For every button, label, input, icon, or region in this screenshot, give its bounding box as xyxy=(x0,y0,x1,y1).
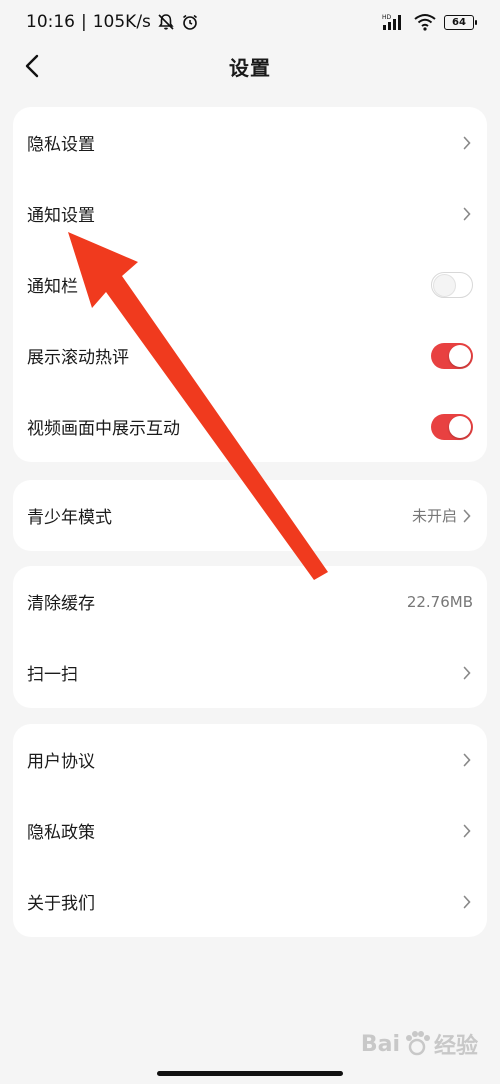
scrolling-comments-row: 展示滚动热评 xyxy=(13,320,487,391)
notification-settings-row[interactable]: 通知设置 xyxy=(13,178,487,249)
row-label: 视频画面中展示互动 xyxy=(27,419,180,439)
row-label: 青少年模式 xyxy=(27,508,112,528)
watermark-suffix: 经验 xyxy=(433,1034,478,1059)
chevron-right-icon xyxy=(461,665,473,681)
signal-icon: HD xyxy=(382,13,406,31)
baidu-jingyan-watermark: Bai 经验 xyxy=(361,1028,478,1060)
row-label: 通知设置 xyxy=(27,206,95,226)
wifi-icon xyxy=(414,13,436,31)
toggle-knob xyxy=(449,415,471,438)
about-us-row[interactable]: 关于我们 xyxy=(13,866,487,937)
settings-group-tools: 清除缓存 22.76MB 扫一扫 xyxy=(13,566,487,708)
chevron-right-icon xyxy=(461,752,473,768)
battery-icon: 64 xyxy=(444,14,477,30)
row-label: 清除缓存 xyxy=(27,594,95,614)
chevron-right-icon xyxy=(461,135,473,151)
cache-size: 22.76MB xyxy=(406,592,473,611)
notification-bar-toggle[interactable] xyxy=(431,271,473,298)
chevron-right-icon xyxy=(461,206,473,222)
chevron-right-icon xyxy=(461,823,473,839)
paw-icon xyxy=(405,1031,430,1056)
status-right: HD 64 xyxy=(382,13,477,31)
chevron-left-icon xyxy=(25,54,39,78)
notification-bar-row: 通知栏 xyxy=(13,249,487,320)
hd-label: HD xyxy=(382,14,392,21)
bell-off-icon xyxy=(157,13,175,31)
row-label: 用户协议 xyxy=(27,752,95,772)
settings-group-about: 用户协议 隐私政策 关于我们 xyxy=(13,724,487,937)
back-button[interactable] xyxy=(14,48,50,84)
row-label: 隐私政策 xyxy=(27,823,95,843)
row-label: 通知栏 xyxy=(27,277,78,297)
scrolling-comments-toggle[interactable] xyxy=(431,342,473,369)
privacy-settings-row[interactable]: 隐私设置 xyxy=(13,107,487,178)
status-left: 10:16 | 105K/s xyxy=(26,12,199,32)
toggle-knob xyxy=(449,344,471,367)
video-interaction-row: 视频画面中展示互动 xyxy=(13,391,487,462)
status-time: 10:16 xyxy=(26,12,75,32)
status-speed: 105K/s xyxy=(92,12,151,32)
clear-cache-row[interactable]: 清除缓存 22.76MB xyxy=(13,566,487,637)
page-title: 设置 xyxy=(229,55,271,80)
row-label: 扫一扫 xyxy=(27,665,78,685)
settings-group-general: 隐私设置 通知设置 通知栏 展示滚动热评 视频画面中展示互动 xyxy=(13,107,487,462)
watermark-brand: Bai xyxy=(360,1031,400,1057)
home-indicator[interactable] xyxy=(157,1071,343,1076)
status-divider: | xyxy=(81,12,87,32)
row-label: 关于我们 xyxy=(27,894,95,914)
row-label: 隐私设置 xyxy=(27,135,95,155)
status-bar: 10:16 | 105K/s HD 64 xyxy=(0,0,500,44)
youth-mode-status: 未开启 xyxy=(411,507,457,525)
alarm-icon xyxy=(181,13,199,31)
chevron-right-icon xyxy=(461,508,473,524)
user-agreement-row[interactable]: 用户协议 xyxy=(13,724,487,795)
chevron-right-icon xyxy=(461,894,473,910)
nav-bar: 设置 xyxy=(0,44,500,88)
row-label: 展示滚动热评 xyxy=(27,348,129,368)
settings-group-youth: 青少年模式 未开启 xyxy=(13,480,487,551)
video-interaction-toggle[interactable] xyxy=(431,413,473,440)
battery-level: 64 xyxy=(452,16,466,28)
privacy-policy-row[interactable]: 隐私政策 xyxy=(13,795,487,866)
youth-mode-row[interactable]: 青少年模式 未开启 xyxy=(13,480,487,551)
scan-row[interactable]: 扫一扫 xyxy=(13,637,487,708)
toggle-knob xyxy=(433,273,456,297)
